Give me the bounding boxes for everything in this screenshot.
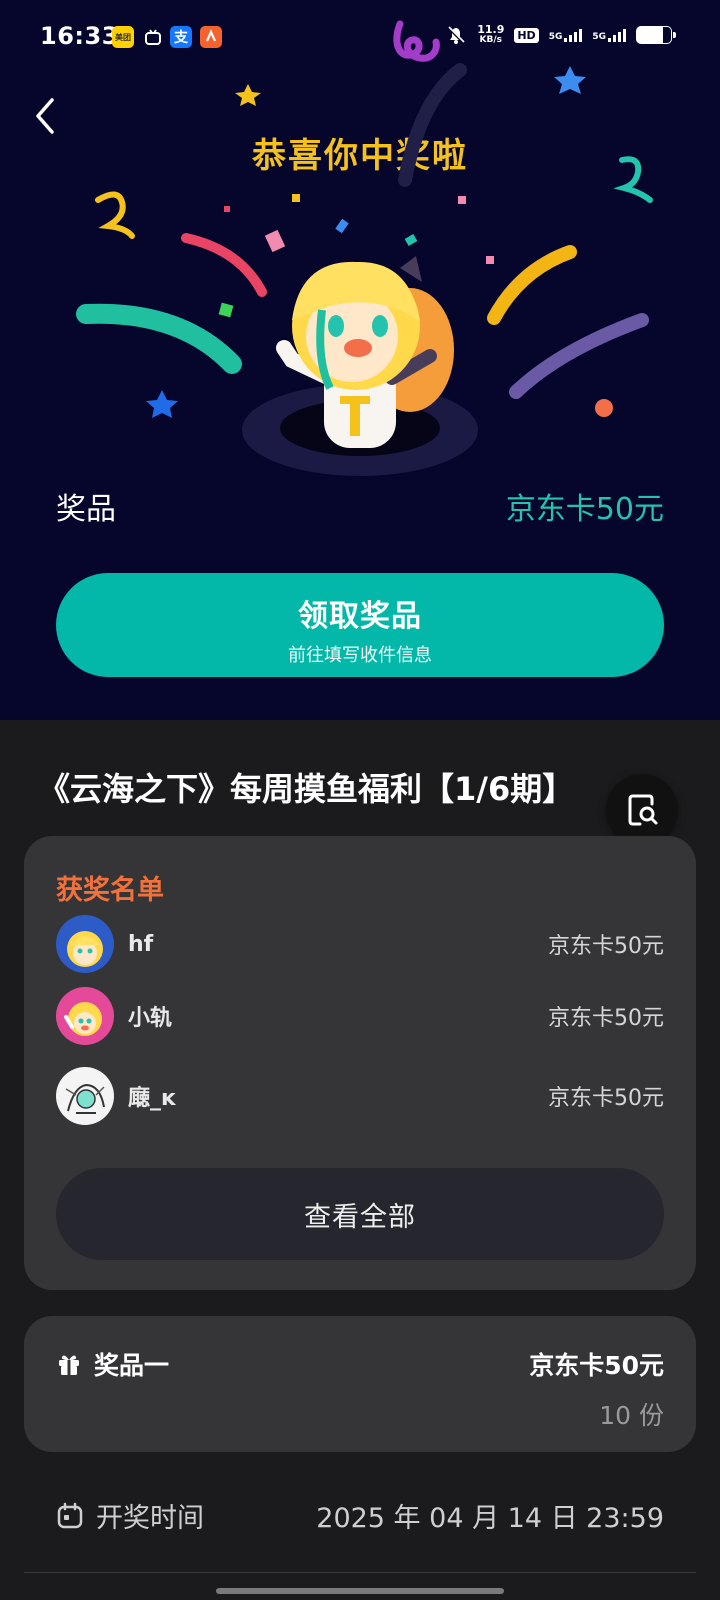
winner-name: 小轨 bbox=[128, 1006, 173, 1031]
winner-row[interactable]: hf 京东卡50元 bbox=[56, 914, 664, 974]
meituan-icon: 美团 bbox=[112, 26, 134, 48]
mute-bell-icon bbox=[447, 25, 466, 45]
event-title: 《云海之下》每周摸鱼福利【1/6期】 bbox=[38, 770, 575, 808]
avatar bbox=[56, 915, 114, 973]
winners-heading: 获奖名单 bbox=[56, 875, 164, 906]
winner-row[interactable]: 廰_ĸ 京东卡50元 bbox=[56, 1066, 664, 1126]
gift-icon bbox=[59, 1355, 79, 1375]
avatar bbox=[56, 987, 114, 1045]
battery-icon bbox=[636, 26, 676, 44]
draw-time-row: 开奖时间 2025 年 04 月 14 日 23:59 bbox=[56, 1496, 664, 1535]
home-indicator[interactable] bbox=[216, 1588, 504, 1594]
network-5g-2: 5G bbox=[592, 32, 606, 42]
screen-search-icon bbox=[628, 794, 658, 826]
celebration-illustration bbox=[76, 63, 653, 476]
star-icon bbox=[146, 390, 178, 418]
draw-time-label: 开奖时间 bbox=[96, 1503, 204, 1534]
trail-decoration bbox=[398, 63, 467, 187]
streamer-decoration bbox=[509, 313, 649, 399]
winner-row[interactable]: 小轨 京东卡50元 bbox=[56, 986, 664, 1046]
squiggle-decoration bbox=[613, 156, 653, 203]
winner-prize: 京东卡50元 bbox=[548, 934, 664, 959]
net-speed-value: 11.9 bbox=[477, 23, 505, 36]
sogou-icon bbox=[200, 26, 222, 48]
claim-button-title: 领取奖品 bbox=[298, 599, 422, 634]
prize-detail-value: 京东卡50元 bbox=[529, 1351, 664, 1380]
prize-row: 奖品 京东卡50元 bbox=[56, 484, 664, 528]
winners-card: 获奖名单 hf 京东卡50元 小轨 京东卡50元 廰_ĸ 京东卡50元 查看全部 bbox=[24, 836, 696, 1290]
claim-prize-button[interactable]: 领取奖品 前往填写收件信息 bbox=[56, 573, 664, 677]
status-time: 16:33 bbox=[40, 22, 119, 50]
prize-value: 京东卡50元 bbox=[505, 492, 664, 527]
streamer-decoration bbox=[181, 233, 267, 297]
hd-badge: HD bbox=[514, 27, 539, 43]
streamer-decoration bbox=[76, 303, 242, 374]
calendar-icon bbox=[57, 1502, 83, 1528]
claim-button-subtitle: 前往填写收件信息 bbox=[288, 645, 432, 666]
view-all-button[interactable]: 查看全部 bbox=[56, 1168, 664, 1260]
prize-detail-card: 奖品一 京东卡50元 10 份 bbox=[24, 1316, 696, 1452]
winner-prize: 京东卡50元 bbox=[548, 1086, 664, 1111]
prize-label: 奖品 bbox=[56, 492, 116, 527]
celebration-panel: 16:33 美团 支 11.9 KB/s HD 5G 5G 恭喜你中奖啦 奖品 … bbox=[0, 0, 720, 720]
streamer-decoration bbox=[487, 245, 577, 325]
alipay-icon: 支 bbox=[170, 26, 192, 48]
winner-prize: 京东卡50元 bbox=[548, 1006, 664, 1031]
divider bbox=[24, 1572, 696, 1573]
signal-2-icon bbox=[608, 28, 626, 42]
winner-name: hf bbox=[128, 931, 154, 957]
star-icon bbox=[554, 66, 586, 94]
prize-name: 奖品一 bbox=[94, 1351, 170, 1380]
squiggle-decoration bbox=[95, 191, 135, 239]
signal-1-icon bbox=[564, 28, 583, 42]
bilibili-icon bbox=[142, 26, 164, 48]
prize-count: 10 份 bbox=[599, 1401, 664, 1430]
draw-time-value: 2025 年 04 月 14 日 23:59 bbox=[316, 1503, 664, 1534]
avatar bbox=[56, 1067, 114, 1125]
network-5g-1: 5G bbox=[548, 32, 563, 42]
star-icon bbox=[235, 84, 261, 106]
net-speed-unit: KB/s bbox=[479, 35, 503, 45]
winner-name: 廰_ĸ bbox=[128, 1086, 176, 1111]
